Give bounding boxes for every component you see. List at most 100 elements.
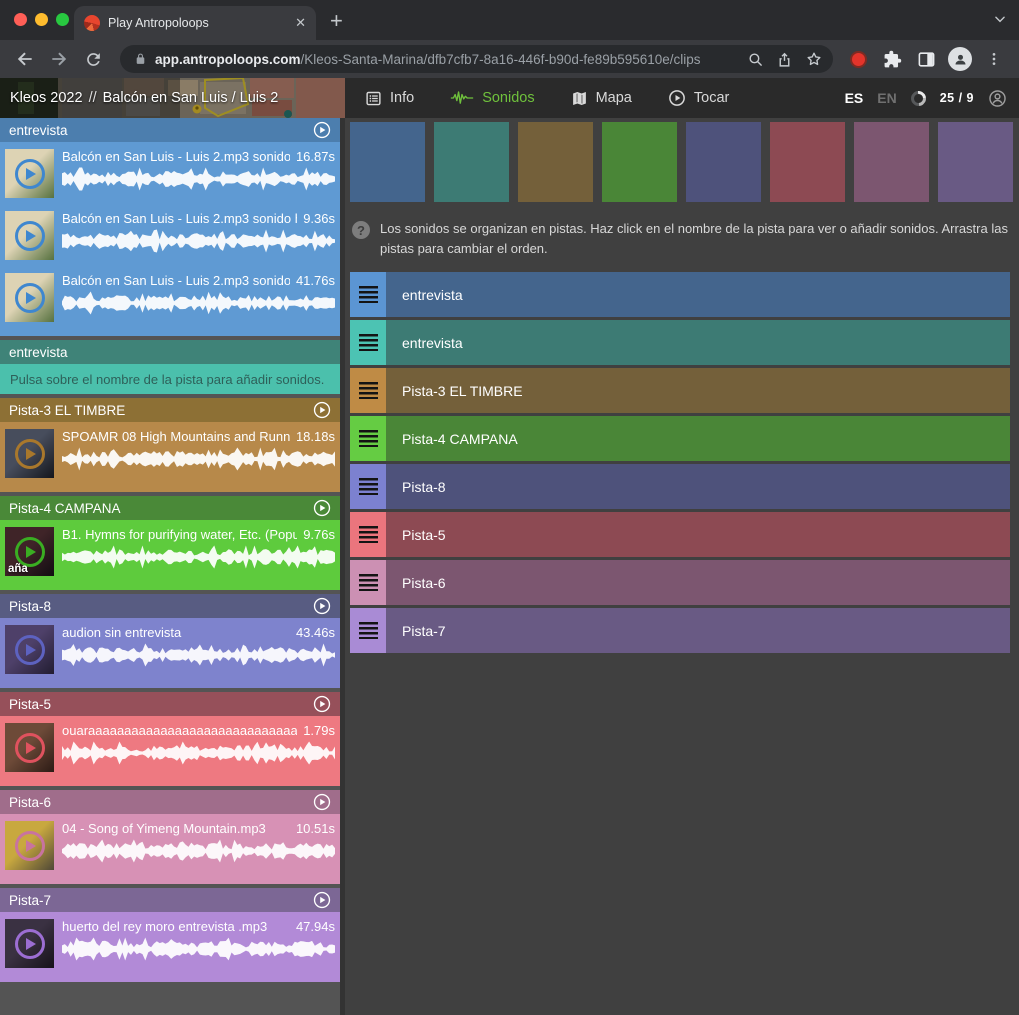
address-bar[interactable]: app.antropoloops.com/Kleos-Santa-Marina/… xyxy=(120,45,833,73)
extensions-puzzle-icon[interactable] xyxy=(877,44,907,74)
track-row[interactable]: Pista-6 xyxy=(350,560,1010,605)
track-swatch[interactable] xyxy=(434,122,509,202)
clip-play-icon[interactable] xyxy=(15,221,45,251)
window-maximize-button[interactable] xyxy=(56,13,69,26)
back-icon[interactable] xyxy=(10,44,40,74)
clip-waveform[interactable] xyxy=(62,643,335,667)
track-row-label[interactable]: Pista-6 xyxy=(402,575,446,591)
track-row-label[interactable]: entrevista xyxy=(402,335,463,351)
track-play-button[interactable] xyxy=(313,401,331,419)
tab-tocar[interactable]: Tocar xyxy=(668,89,729,107)
browser-menu-icon[interactable] xyxy=(979,44,1009,74)
audio-clip[interactable]: aña B1. Hymns for purifying water, Etc. … xyxy=(0,525,340,585)
track-header[interactable]: entrevista xyxy=(0,340,340,364)
drag-handle[interactable] xyxy=(350,320,386,365)
record-extension-icon[interactable] xyxy=(843,44,873,74)
audio-clip[interactable]: huerto del rey moro entrevista .mp3 47.9… xyxy=(0,917,340,977)
drag-handle[interactable] xyxy=(350,512,386,557)
audio-clip[interactable]: Balcón en San Luis - Luis 2.mp3 sonido h… xyxy=(0,147,340,207)
track-row-label[interactable]: entrevista xyxy=(402,287,463,303)
drag-handle[interactable] xyxy=(350,464,386,509)
clip-waveform[interactable] xyxy=(62,229,335,253)
track-swatch[interactable] xyxy=(350,122,425,202)
tab-info[interactable]: Info xyxy=(365,90,414,107)
track-swatch[interactable] xyxy=(770,122,845,202)
track-play-button[interactable] xyxy=(313,499,331,517)
clip-play-icon[interactable] xyxy=(15,733,45,763)
tab-search-chevron-icon[interactable] xyxy=(993,12,1007,26)
track-play-button[interactable] xyxy=(313,793,331,811)
track-row[interactable]: entrevista xyxy=(350,272,1010,317)
clip-waveform[interactable] xyxy=(62,937,335,961)
audio-clip[interactable]: SPOAMR 08 High Mountains and Running ...… xyxy=(0,427,340,487)
forward-icon[interactable] xyxy=(44,44,74,74)
audio-clip[interactable]: Balcón en San Luis - Luis 2.mp3 sonido h… xyxy=(0,271,340,331)
audio-clip[interactable]: 04 - Song of Yimeng Mountain.mp3 10.51s xyxy=(0,819,340,879)
track-swatch[interactable] xyxy=(938,122,1013,202)
clip-waveform[interactable] xyxy=(62,167,335,191)
track-header[interactable]: Pista-4 CAMPANA xyxy=(0,496,340,520)
track-row[interactable]: Pista-5 xyxy=(350,512,1010,557)
track-row-label[interactable]: Pista-8 xyxy=(402,479,446,495)
drag-handle[interactable] xyxy=(350,560,386,605)
zoom-icon[interactable] xyxy=(747,51,764,68)
track-swatch[interactable] xyxy=(518,122,593,202)
drag-handle[interactable] xyxy=(350,368,386,413)
tab-close-icon[interactable]: ✕ xyxy=(295,15,306,31)
clip-play-icon[interactable] xyxy=(15,831,45,861)
track-swatch[interactable] xyxy=(686,122,761,202)
audio-clip[interactable]: Balcón en San Luis - Luis 2.mp3 sonido h… xyxy=(0,209,340,269)
clip-play-icon[interactable] xyxy=(15,159,45,189)
new-tab-button[interactable]: + xyxy=(330,8,343,34)
clip-waveform[interactable] xyxy=(62,447,335,471)
browser-tab[interactable]: Play Antropoloops ✕ xyxy=(74,6,316,40)
audio-clip[interactable]: audion sin entrevista 43.46s xyxy=(0,623,340,683)
clip-play-icon[interactable] xyxy=(15,439,45,469)
breadcrumb-project[interactable]: Kleos 2022 xyxy=(10,90,83,106)
drag-handle[interactable] xyxy=(350,272,386,317)
bookmark-star-icon[interactable] xyxy=(805,50,823,68)
reload-icon[interactable] xyxy=(78,44,108,74)
track-row-label[interactable]: Pista-3 EL TIMBRE xyxy=(402,383,523,399)
track-row-label[interactable]: Pista-5 xyxy=(402,527,446,543)
track-header[interactable]: Pista-7 xyxy=(0,888,340,912)
track-header[interactable]: Pista-8 xyxy=(0,594,340,618)
track-play-button[interactable] xyxy=(313,891,331,909)
track-play-button[interactable] xyxy=(313,121,331,139)
track-row-label[interactable]: Pista-4 CAMPANA xyxy=(402,431,518,447)
side-panel-icon[interactable] xyxy=(911,44,941,74)
language-es-button[interactable]: ES xyxy=(845,90,864,106)
clip-waveform[interactable] xyxy=(62,291,335,315)
language-en-button[interactable]: EN xyxy=(877,90,896,106)
tab-mapa[interactable]: Mapa xyxy=(571,90,632,107)
share-icon[interactable] xyxy=(776,51,793,68)
track-swatch[interactable] xyxy=(602,122,677,202)
browser-profile-avatar[interactable] xyxy=(945,44,975,74)
drag-handle[interactable] xyxy=(350,608,386,653)
clip-waveform[interactable] xyxy=(62,545,335,569)
track-header[interactable]: Pista-6 xyxy=(0,790,340,814)
drag-handle[interactable] xyxy=(350,416,386,461)
window-minimize-button[interactable] xyxy=(35,13,48,26)
track-row-label[interactable]: Pista-7 xyxy=(402,623,446,639)
clip-play-icon[interactable] xyxy=(15,537,45,567)
track-play-button[interactable] xyxy=(313,597,331,615)
track-header[interactable]: entrevista xyxy=(0,118,340,142)
track-swatch[interactable] xyxy=(854,122,929,202)
track-row[interactable]: Pista-3 EL TIMBRE xyxy=(350,368,1010,413)
clip-play-icon[interactable] xyxy=(15,929,45,959)
track-header[interactable]: Pista-5 xyxy=(0,692,340,716)
window-close-button[interactable] xyxy=(14,13,27,26)
clip-play-icon[interactable] xyxy=(15,283,45,313)
clip-waveform[interactable] xyxy=(62,839,335,863)
track-row[interactable]: Pista-8 xyxy=(350,464,1010,509)
account-icon[interactable] xyxy=(988,89,1007,108)
track-row[interactable]: Pista-7 xyxy=(350,608,1010,653)
clip-play-icon[interactable] xyxy=(15,635,45,665)
track-header[interactable]: Pista-3 EL TIMBRE xyxy=(0,398,340,422)
audio-clip[interactable]: ouaraaaaaaaaaaaaaaaaaaaaaaaaaaaaaaaaaaa.… xyxy=(0,721,340,781)
track-row[interactable]: entrevista xyxy=(350,320,1010,365)
clip-waveform[interactable] xyxy=(62,741,335,765)
track-row[interactable]: Pista-4 CAMPANA xyxy=(350,416,1010,461)
track-play-button[interactable] xyxy=(313,695,331,713)
